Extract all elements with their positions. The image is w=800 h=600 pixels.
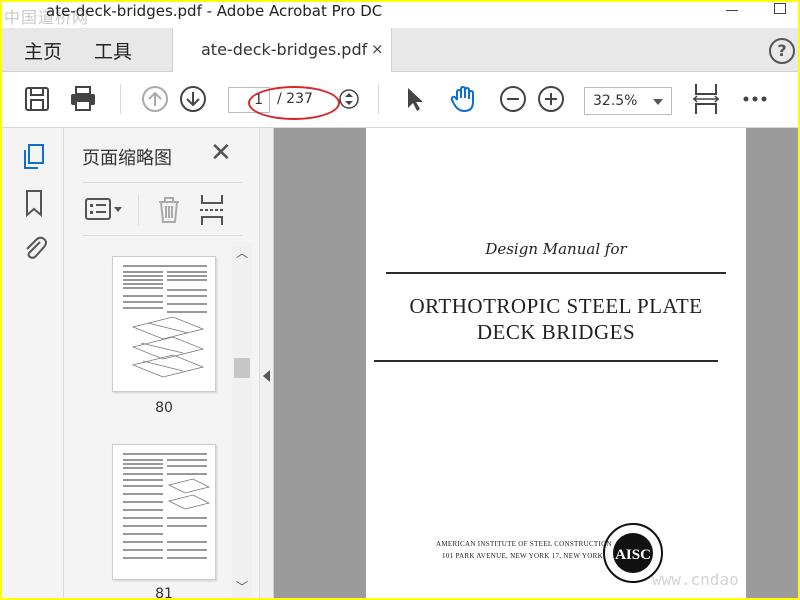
- options-menu-icon[interactable]: [84, 197, 126, 223]
- insert-page-icon[interactable]: [198, 193, 226, 227]
- page-thumbnail[interactable]: [112, 256, 216, 392]
- more-options-icon[interactable]: [740, 84, 770, 114]
- page-stepper-icon[interactable]: [334, 84, 364, 114]
- tab-tools[interactable]: 工具: [94, 37, 132, 64]
- thumbnail-page-label: 80: [155, 400, 173, 416]
- zoom-dropdown[interactable]: 32.5%: [584, 87, 672, 115]
- delete-icon[interactable]: [156, 195, 182, 225]
- zoom-in-icon[interactable]: [536, 84, 566, 114]
- page-title-line2: DECK BRIDGES: [476, 320, 636, 344]
- zoom-value: 32.5%: [593, 93, 638, 109]
- navigation-rail: [2, 128, 64, 598]
- fit-width-icon[interactable]: [690, 82, 722, 116]
- maximize-button[interactable]: [774, 3, 786, 14]
- panel-title: 页面缩略图: [82, 148, 172, 169]
- page-thumbnails-icon[interactable]: [20, 142, 48, 172]
- close-tab-icon[interactable]: ×: [371, 40, 384, 58]
- thumbnail-content: [123, 453, 211, 559]
- attachment-icon[interactable]: [20, 232, 48, 262]
- page-subtitle: Design Manual for: [485, 240, 627, 258]
- minimize-button[interactable]: [726, 4, 740, 14]
- tab-bar: 主页 工具 ate-deck-bridges.pdf × ?: [2, 28, 798, 72]
- next-page-icon[interactable]: [178, 84, 208, 114]
- pdf-page: Design Manual for ORTHOTROPIC STEEL PLAT…: [366, 128, 746, 598]
- help-icon[interactable]: ?: [769, 38, 795, 64]
- previous-page-icon[interactable]: [140, 84, 170, 114]
- hand-tool-icon[interactable]: [448, 84, 478, 114]
- tab-document[interactable]: ate-deck-bridges.pdf ×: [172, 28, 392, 72]
- thumbnail-scrollbar[interactable]: ︿ ﹀: [232, 242, 252, 598]
- publisher-line1: AMERICAN INSTITUTE OF STEEL CONSTRUCTION: [436, 540, 612, 548]
- chevron-down-icon: [653, 99, 663, 105]
- watermark-bottom: www.cndao: [652, 570, 739, 589]
- page-thumbnail[interactable]: [112, 444, 216, 580]
- acrobat-window: 中国道桥网 ate-deck-bridges.pdf - Adobe Acrob…: [2, 2, 798, 598]
- toolbar-divider: [378, 84, 379, 114]
- svg-text:AISC: AISC: [615, 547, 651, 563]
- thumbnail-content: [123, 265, 207, 378]
- rule-line: [386, 272, 726, 274]
- panel-divider: [138, 195, 139, 225]
- chevron-up-icon[interactable]: ︿: [236, 244, 248, 261]
- window-title: ate-deck-bridges.pdf - Adobe Acrobat Pro…: [46, 2, 383, 20]
- document-tab-label: ate-deck-bridges.pdf: [201, 40, 368, 59]
- publisher-line2: 101 PARK AVENUE, NEW YORK 17, NEW YORK: [442, 552, 603, 560]
- rule-line: [374, 360, 718, 362]
- title-bar: 中国道桥网 ate-deck-bridges.pdf - Adobe Acrob…: [2, 2, 798, 28]
- toolbar: 1 / 237 32.5%: [2, 72, 798, 128]
- panel-toolbar: [82, 182, 242, 236]
- panel-collapse-strip[interactable]: [260, 128, 274, 598]
- thumbnails-panel: 页面缩略图 ✕ 80 81 ︿ ﹀: [64, 128, 260, 598]
- print-icon[interactable]: [68, 84, 98, 114]
- page-title-line1: ORTHOTROPIC STEEL PLATE: [409, 294, 703, 318]
- toolbar-divider: [120, 84, 121, 114]
- save-icon[interactable]: [22, 84, 52, 114]
- thumbnail-list: 80 81: [82, 242, 232, 598]
- document-viewport[interactable]: Design Manual for ORTHOTROPIC STEEL PLAT…: [274, 128, 798, 598]
- chevron-down-icon[interactable]: ﹀: [236, 578, 248, 595]
- select-pointer-icon[interactable]: [400, 84, 430, 114]
- thumbnail-page-label: 81: [155, 586, 173, 598]
- scrollbar-thumb[interactable]: [234, 358, 250, 378]
- tab-home[interactable]: 主页: [24, 37, 62, 64]
- close-panel-icon[interactable]: ✕: [210, 140, 232, 166]
- bookmark-icon[interactable]: [20, 188, 48, 218]
- collapse-arrow-icon: [263, 370, 270, 382]
- zoom-out-icon[interactable]: [498, 84, 528, 114]
- annotation-circle: [248, 86, 340, 120]
